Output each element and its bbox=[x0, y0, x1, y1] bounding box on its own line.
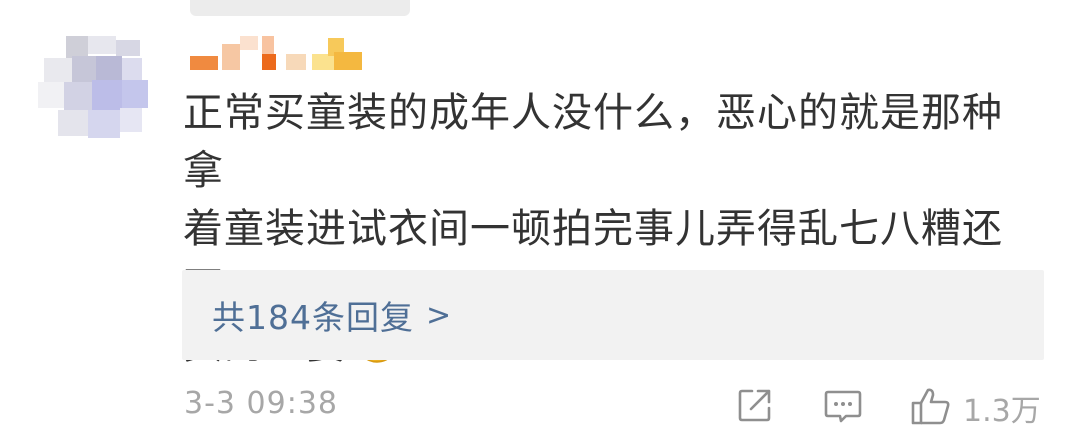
share-button[interactable] bbox=[736, 386, 774, 428]
username[interactable] bbox=[188, 34, 378, 74]
like-button[interactable] bbox=[910, 386, 952, 430]
share-icon bbox=[738, 389, 771, 422]
chevron-right-icon: > bbox=[426, 297, 452, 333]
view-replies-button[interactable]: 共184条回复 > bbox=[182, 270, 1044, 360]
replies-count-label: 共184条回复 bbox=[212, 298, 414, 337]
comment-button[interactable] bbox=[823, 386, 863, 430]
comment-line-1: 正常买童装的成年人没什么，恶心的就是那种拿 bbox=[183, 90, 1003, 194]
top-bar-fragment bbox=[190, 0, 410, 16]
comment-icon bbox=[824, 390, 862, 423]
avatar[interactable] bbox=[38, 34, 158, 144]
comment-timestamp: 3-3 09:38 bbox=[184, 386, 338, 421]
thumbs-up-icon bbox=[911, 388, 950, 425]
like-count: 1.3万 bbox=[963, 394, 1041, 429]
